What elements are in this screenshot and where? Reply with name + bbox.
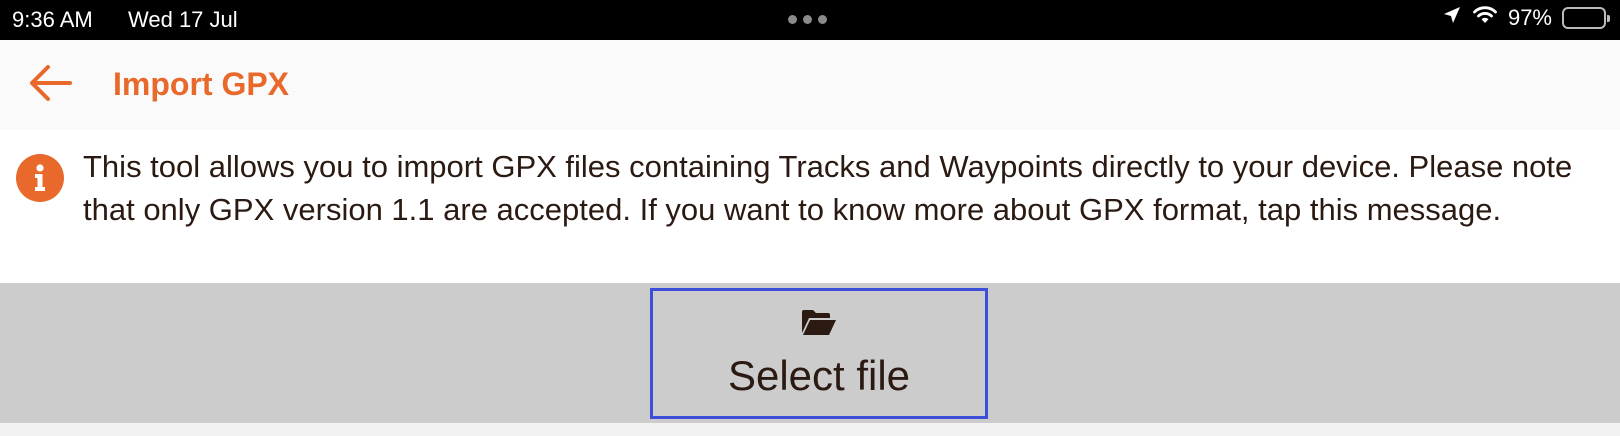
info-circle-icon: [16, 154, 64, 202]
status-indicators: 97%: [1442, 5, 1610, 31]
select-file-area: Select file: [0, 283, 1620, 423]
multitasking-dots-icon[interactable]: [788, 15, 827, 24]
battery-icon: [1562, 7, 1610, 29]
select-file-button[interactable]: Select file: [650, 288, 988, 419]
location-arrow-icon: [1442, 5, 1462, 31]
app-bar: Import GPX: [0, 40, 1620, 130]
content-background: [0, 423, 1620, 436]
status-time: 9:36 AM: [12, 7, 93, 32]
gpx-info-message[interactable]: This tool allows you to import GPX files…: [0, 130, 1620, 283]
arrow-left-icon: [26, 63, 74, 108]
info-text: This tool allows you to import GPX files…: [83, 149, 1573, 227]
select-file-label: Select file: [727, 352, 911, 399]
status-bar: 9:36 AM Wed 17 Jul 97%: [0, 0, 1620, 40]
page-title: Import GPX: [113, 66, 290, 102]
back-button[interactable]: [22, 60, 78, 110]
folder-open-icon: [801, 309, 837, 342]
status-date: Wed 17 Jul: [128, 7, 238, 32]
wifi-icon: [1472, 5, 1498, 31]
battery-percent: 97%: [1507, 5, 1552, 30]
